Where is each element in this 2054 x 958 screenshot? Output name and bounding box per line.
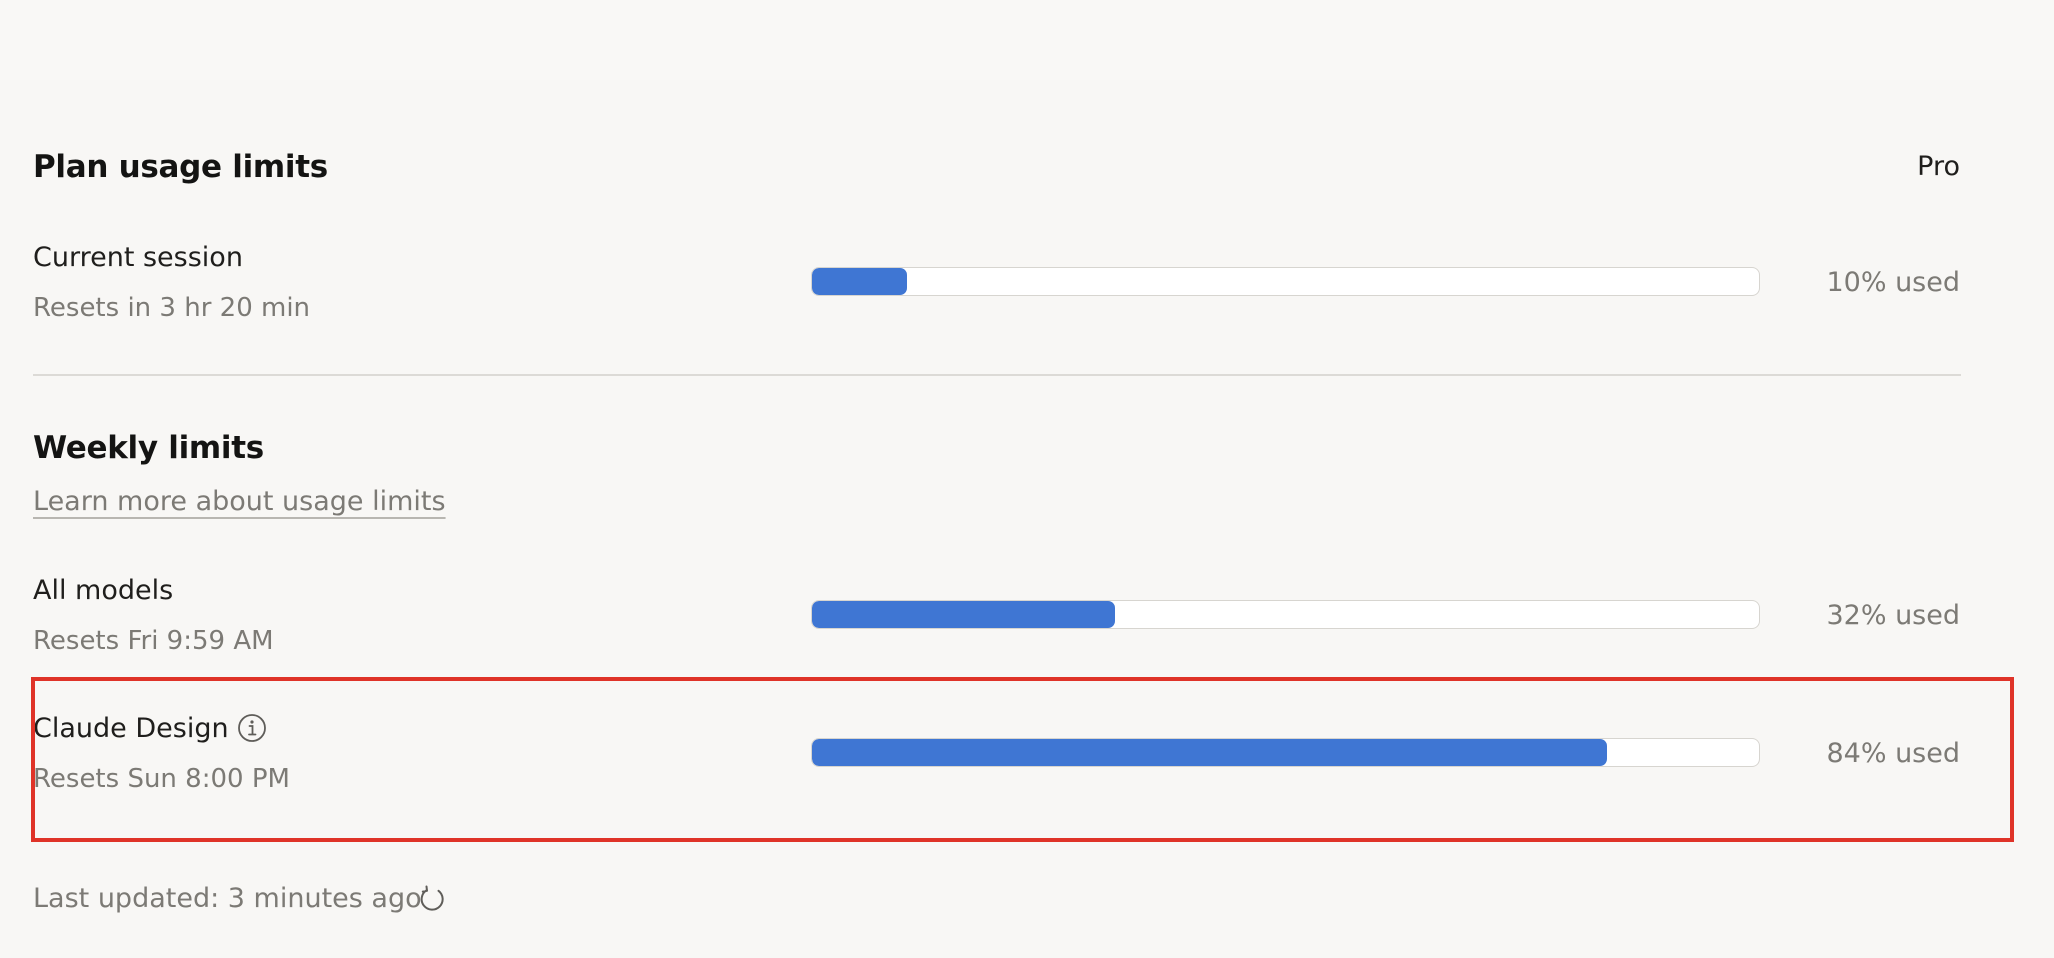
all-models-resets: Resets Fri 9:59 AM <box>33 626 274 656</box>
all-models-progress-bar <box>811 600 1760 629</box>
refresh-icon[interactable] <box>417 884 447 914</box>
plan-name: Pro <box>1917 151 1960 182</box>
section-divider <box>33 374 1961 376</box>
all-models-progress-fill <box>812 601 1116 628</box>
learn-more-link[interactable]: Learn more about usage limits <box>33 488 446 515</box>
current-session-progress-fill <box>812 268 907 295</box>
last-updated-text: Last updated: 3 minutes ago <box>33 883 422 914</box>
all-models-usage: 32% used <box>1826 600 1960 631</box>
all-models-label: All models <box>33 575 174 606</box>
current-session-usage: 10% used <box>1826 267 1960 298</box>
current-session-label: Current session <box>33 242 243 273</box>
top-band <box>0 0 2054 80</box>
current-session-resets: Resets in 3 hr 20 min <box>33 293 311 323</box>
weekly-limits-title: Weekly limits <box>33 430 264 466</box>
highlight-box <box>31 677 2014 842</box>
plan-usage-title: Plan usage limits <box>33 149 328 185</box>
current-session-progress-bar <box>811 267 1760 296</box>
